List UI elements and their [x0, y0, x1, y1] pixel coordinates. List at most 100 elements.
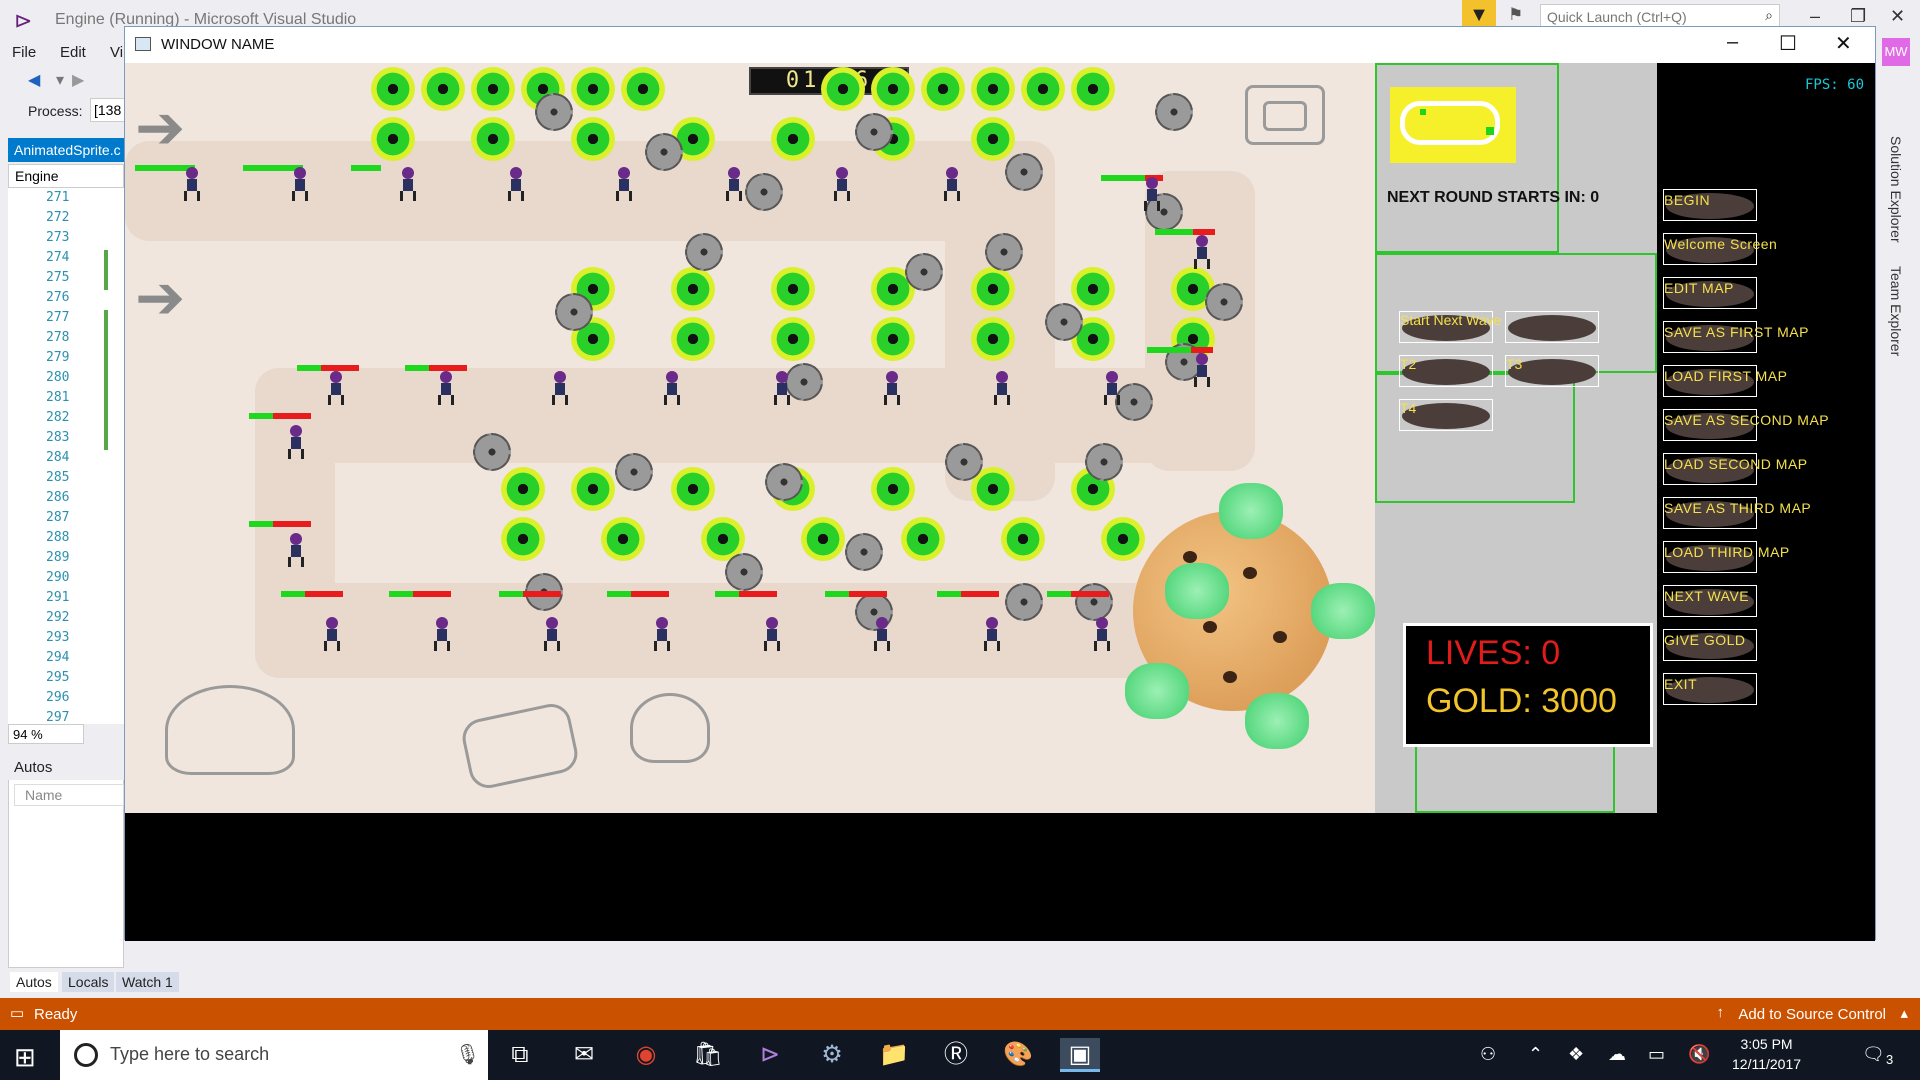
tower[interactable] — [871, 317, 915, 361]
file-explorer-icon[interactable]: 📁 — [874, 1038, 914, 1072]
taskbar-search-box[interactable]: Type here to search 🎙 — [60, 1030, 488, 1080]
battery-icon[interactable]: ▭ — [1648, 1044, 1665, 1065]
chrome-icon[interactable]: ◉ — [626, 1038, 666, 1072]
add-to-source-control[interactable]: Add to Source Control — [1738, 1006, 1886, 1023]
tower[interactable] — [501, 517, 545, 561]
menu-view[interactable]: Vi — [110, 44, 123, 61]
tower[interactable] — [371, 117, 415, 161]
minimize-icon[interactable]: – — [1727, 31, 1738, 54]
tower[interactable] — [671, 267, 715, 311]
volume-mute-icon[interactable]: 🔇 — [1688, 1044, 1710, 1065]
tower-2-button[interactable]: T2 — [1399, 355, 1493, 387]
mail-icon[interactable]: ✉ — [564, 1038, 604, 1072]
user-avatar[interactable]: MW — [1882, 38, 1910, 66]
dropbox-icon[interactable]: ❖ — [1568, 1044, 1584, 1065]
visual-studio-icon[interactable]: ⊳ — [750, 1038, 790, 1072]
dropdown-icon[interactable]: ▾ — [56, 70, 64, 90]
tower[interactable] — [971, 117, 1015, 161]
tower[interactable] — [1071, 267, 1115, 311]
tower[interactable] — [921, 67, 965, 111]
quick-launch-input[interactable]: Quick Launch (Ctrl+Q) ⌕ — [1540, 4, 1780, 28]
tower[interactable] — [801, 517, 845, 561]
navigation-bar[interactable]: Engine — [8, 164, 124, 188]
tower[interactable] — [621, 67, 665, 111]
search-icon[interactable]: ⌕ — [1765, 7, 1773, 24]
microphone-icon[interactable]: 🎙 — [455, 1042, 480, 1067]
tower[interactable] — [421, 67, 465, 111]
load-second-map-button[interactable]: LOAD SECOND MAP — [1663, 453, 1807, 485]
app-r-icon[interactable]: Ⓡ — [936, 1038, 976, 1072]
tower[interactable] — [971, 317, 1015, 361]
game-canvas[interactable]: ➔ ➔ 01:06 — [125, 63, 1875, 941]
menu-edit[interactable]: Edit — [60, 44, 86, 61]
minimap[interactable] — [1390, 87, 1516, 163]
tower[interactable] — [501, 467, 545, 511]
document-tab[interactable]: AnimatedSprite.c — [8, 138, 124, 162]
forward-icon[interactable]: ▶ — [72, 70, 84, 90]
close-icon[interactable]: ✕ — [1890, 6, 1905, 27]
close-icon[interactable]: ✕ — [1835, 31, 1852, 56]
tower[interactable] — [571, 117, 615, 161]
tower[interactable] — [871, 467, 915, 511]
feedback-icon[interactable]: ⚑ — [1508, 5, 1523, 25]
give-gold-button[interactable]: GIVE GOLD — [1663, 629, 1757, 661]
tower[interactable] — [471, 117, 515, 161]
edit-map-button[interactable]: EDIT MAP — [1663, 277, 1757, 309]
back-icon[interactable]: ◀ — [28, 70, 40, 90]
tower-3-button[interactable]: T3 — [1505, 355, 1599, 387]
tower[interactable] — [671, 317, 715, 361]
tower-4-button[interactable]: T4 — [1399, 399, 1493, 431]
tower[interactable] — [971, 267, 1015, 311]
save-first-map-button[interactable]: SAVE AS FIRST MAP — [1663, 321, 1808, 353]
tower[interactable] — [821, 67, 865, 111]
code-editor[interactable]: 271 272 273 274 275 276 277 278 279 280 … — [8, 188, 124, 725]
restore-icon[interactable]: ❐ — [1850, 6, 1866, 27]
tower[interactable] — [871, 67, 915, 111]
tower[interactable] — [571, 67, 615, 111]
notification-center-icon[interactable]: 🗨 — [1862, 1044, 1885, 1065]
task-view-icon[interactable]: ⧉ — [500, 1038, 540, 1072]
maximize-icon[interactable]: ☐ — [1779, 31, 1797, 56]
system-clock[interactable]: 3:05 PM 12/11/2017 — [1732, 1034, 1801, 1074]
chevron-up-icon[interactable]: ⌃ — [1528, 1044, 1543, 1065]
windows-start-icon[interactable]: ⊞ — [14, 1042, 36, 1073]
tab-watch-1[interactable]: Watch 1 — [116, 972, 179, 992]
tower[interactable] — [771, 317, 815, 361]
team-explorer-tab[interactable]: Team Explorer — [1888, 266, 1904, 356]
exit-button[interactable]: EXIT — [1663, 673, 1757, 705]
tower[interactable] — [771, 117, 815, 161]
solution-explorer-tab[interactable]: Solution Explorer — [1888, 136, 1904, 243]
chevron-up-icon[interactable]: ▴ — [1900, 1004, 1908, 1022]
tower[interactable] — [1101, 517, 1145, 561]
tab-locals[interactable]: Locals — [62, 972, 115, 992]
next-wave-button[interactable]: NEXT WAVE — [1663, 585, 1757, 617]
tower[interactable] — [1071, 67, 1115, 111]
begin-button[interactable]: BEGIN — [1663, 189, 1757, 221]
steam-icon[interactable]: ⚙ — [812, 1038, 852, 1072]
minimize-icon[interactable]: – — [1810, 6, 1820, 27]
game-window-taskbar-icon[interactable]: ▣ — [1060, 1038, 1100, 1072]
load-first-map-button[interactable]: LOAD FIRST MAP — [1663, 365, 1787, 397]
paint-icon[interactable]: 🎨 — [998, 1038, 1038, 1072]
menu-file[interactable]: File — [12, 44, 36, 61]
zoom-select[interactable]: 94 % — [8, 724, 84, 744]
save-second-map-button[interactable]: SAVE AS SECOND MAP — [1663, 409, 1829, 441]
store-icon[interactable]: 🛍 — [688, 1038, 728, 1072]
tower[interactable] — [601, 517, 645, 561]
tower[interactable] — [671, 467, 715, 511]
tower[interactable] — [771, 267, 815, 311]
tower[interactable] — [471, 67, 515, 111]
tower-button[interactable] — [1505, 311, 1599, 343]
tower[interactable] — [371, 67, 415, 111]
tower[interactable] — [1001, 517, 1045, 561]
tower[interactable] — [971, 67, 1015, 111]
tab-autos[interactable]: Autos — [10, 972, 58, 992]
autos-name-column[interactable]: Name — [14, 784, 124, 806]
welcome-screen-button[interactable]: Welcome Screen — [1663, 233, 1777, 265]
start-next-wave-button[interactable]: Start Next Wave — [1399, 311, 1501, 343]
save-third-map-button[interactable]: SAVE AS THIRD MAP — [1663, 497, 1811, 529]
load-third-map-button[interactable]: LOAD THIRD MAP — [1663, 541, 1789, 573]
onedrive-icon[interactable]: ☁ — [1608, 1044, 1626, 1065]
people-icon[interactable]: ⚇ — [1480, 1044, 1496, 1065]
game-board[interactable]: ➔ ➔ 01:06 — [125, 63, 1375, 813]
